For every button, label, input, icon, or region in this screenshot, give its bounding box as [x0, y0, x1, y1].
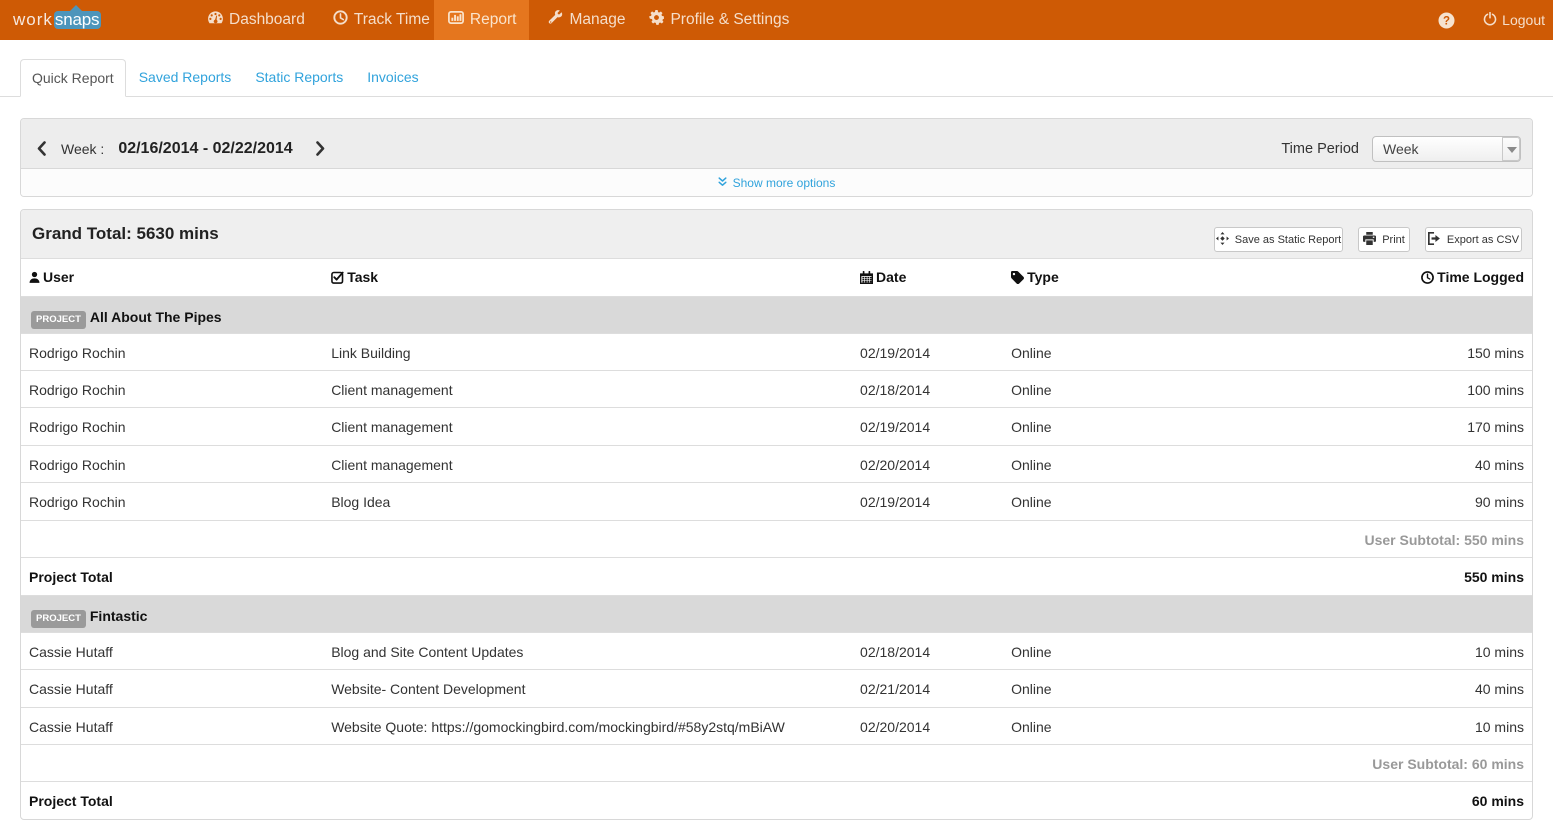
svg-text:?: ? — [1443, 15, 1450, 27]
